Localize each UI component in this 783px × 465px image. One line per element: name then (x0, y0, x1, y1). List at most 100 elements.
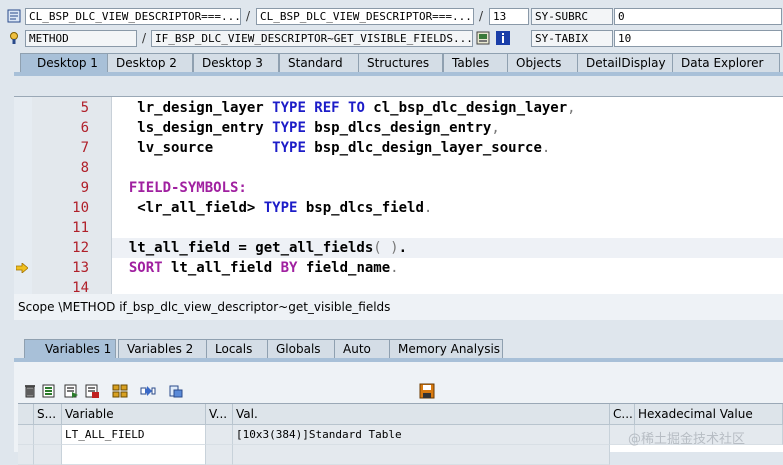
watermark: @稀土掘金技术社区 (628, 432, 746, 447)
v-cell (206, 425, 233, 445)
variable-cell[interactable] (62, 445, 206, 465)
line-number: 12 (72, 240, 89, 256)
event-type-field: METHOD (25, 30, 137, 47)
code-keyword: FIELD-SYMBOLS: (128, 180, 247, 196)
code-line[interactable] (112, 158, 783, 178)
code-keyword: BY (280, 260, 298, 276)
value-cell[interactable]: [10x3(384)]Standard Table (233, 425, 610, 445)
column-header-hex[interactable]: Hexadecimal Value (635, 404, 783, 425)
code-punct: , (491, 120, 500, 136)
value-cell[interactable] (233, 445, 610, 465)
code-text: bsp_dlc_design_layer_source (305, 140, 542, 156)
structure-icon[interactable] (168, 383, 184, 399)
code-punct: , (567, 100, 576, 116)
code-line-cursor[interactable]: lt_all_field = get_all_fields( ). (112, 238, 783, 258)
save-list-icon[interactable] (84, 383, 100, 399)
tab-desktop-3[interactable]: Desktop 3 (193, 53, 279, 73)
column-header-value[interactable]: Val. (233, 404, 610, 425)
edit-variable-icon[interactable] (41, 383, 57, 399)
code-text: cl_bsp_dlc_design_layer (364, 100, 568, 116)
line-number: 6 (80, 120, 89, 136)
pane-splitter[interactable] (14, 320, 783, 338)
line-number: 14 (72, 280, 89, 294)
tab-structures[interactable]: Structures (358, 53, 443, 73)
column-header-c[interactable]: C... (610, 404, 635, 425)
method-icon (10, 32, 18, 44)
tab-variables-1[interactable]: Variables 1 (24, 339, 116, 359)
tab-variables-2[interactable]: Variables 2 (118, 339, 212, 359)
variable-cell[interactable]: LT_ALL_FIELD (62, 425, 206, 445)
code-text: lt_all_field (162, 260, 281, 276)
sysvar-value-2: 10 (614, 30, 782, 47)
column-header-v[interactable]: V... (206, 404, 233, 425)
column-header-status[interactable]: S... (34, 404, 62, 425)
code-line[interactable] (112, 278, 783, 294)
tab-memory-analysis[interactable]: Memory Analysis (389, 339, 503, 359)
line-number: 10 (72, 200, 89, 216)
separator: / (246, 9, 251, 23)
code-keyword: TYPE (263, 200, 298, 216)
program-field[interactable]: CL_BSP_DLC_VIEW_DESCRIPTOR===... (25, 8, 241, 25)
line-number: 5 (80, 100, 89, 116)
code-punct: ( ) (373, 240, 399, 256)
tab-desktop-2[interactable]: Desktop 2 (107, 53, 193, 73)
code-keyword: TYPE (272, 120, 306, 136)
code-text: field_name (297, 260, 391, 276)
tab-auto[interactable]: Auto (334, 339, 394, 359)
tab-standard[interactable]: Standard (279, 53, 361, 73)
code-punct: . (398, 240, 408, 256)
code-line[interactable]: <lr_all_field> TYPE bsp_dlcs_field. (112, 198, 783, 218)
line-field[interactable]: 13 (489, 8, 529, 25)
row-selector[interactable] (18, 425, 34, 445)
code-line[interactable]: lr_design_layer TYPE REF TO cl_bsp_dlc_d… (112, 98, 783, 118)
import-icon[interactable] (63, 383, 79, 399)
tab-globals[interactable]: Globals (267, 339, 341, 359)
code-text: lt_all_field = get_all_fields (128, 240, 374, 256)
tab-objects[interactable]: Objects (507, 53, 579, 73)
save-icon[interactable] (419, 383, 435, 399)
code-text: ls_design_entry (137, 120, 273, 136)
line-number-column: 5 6 7 8 9 10 11 12 13 14 (32, 97, 112, 294)
code-text: bsp_dlcs_design_entry (305, 120, 492, 136)
tab-locals[interactable]: Locals (206, 339, 276, 359)
expand-icon[interactable] (112, 383, 128, 399)
scope-line: Scope \METHOD if_bsp_dlc_view_descriptor… (14, 294, 783, 320)
separator: / (479, 9, 484, 23)
v-cell (206, 445, 233, 465)
column-header-variable[interactable]: Variable (62, 404, 206, 425)
code-text: lr_design_layer (137, 100, 273, 116)
sysvar-value-1: 0 (614, 8, 782, 25)
tab-detaildisplay[interactable]: DetailDisplay (577, 53, 673, 73)
current-statement-arrow-icon (16, 263, 28, 273)
source-editor[interactable]: 5 6 7 8 9 10 11 12 13 14 lr_design_layer… (14, 96, 783, 294)
code-punct: . (541, 140, 551, 156)
line-number: 13 (72, 260, 89, 276)
tab-tables[interactable]: Tables (443, 53, 509, 73)
row-selector[interactable] (18, 445, 34, 465)
line-number: 8 (80, 160, 89, 176)
delete-icon[interactable] (22, 383, 38, 399)
code-line[interactable]: lv_source TYPE bsp_dlc_design_layer_sour… (112, 138, 783, 158)
navigate-icon[interactable] (140, 383, 156, 399)
tab-data-explorer[interactable]: Data Explorer (672, 53, 780, 73)
line-number: 9 (80, 180, 89, 196)
code-punct: . (390, 260, 399, 276)
code-line[interactable]: ls_design_entry TYPE bsp_dlcs_design_ent… (112, 118, 783, 138)
code-text: lv_source (137, 140, 273, 156)
code-line[interactable] (112, 218, 783, 238)
display-icon[interactable] (476, 31, 490, 45)
tab-desktop-1[interactable]: Desktop 1 (20, 53, 114, 73)
code-line-current-statement[interactable]: SORT lt_all_field BY field_name. (112, 258, 783, 278)
include-field[interactable]: CL_BSP_DLC_VIEW_DESCRIPTOR===... (256, 8, 474, 25)
row-selector-header (18, 404, 34, 425)
code-line[interactable]: FIELD-SYMBOLS: (112, 178, 783, 198)
variables-tabbar: Variables 1 Variables 2 Locals Globals A… (14, 339, 783, 359)
line-number: 11 (72, 220, 89, 236)
sysvar-name-2: SY-TABIX (531, 30, 613, 47)
info-icon[interactable] (496, 31, 510, 45)
